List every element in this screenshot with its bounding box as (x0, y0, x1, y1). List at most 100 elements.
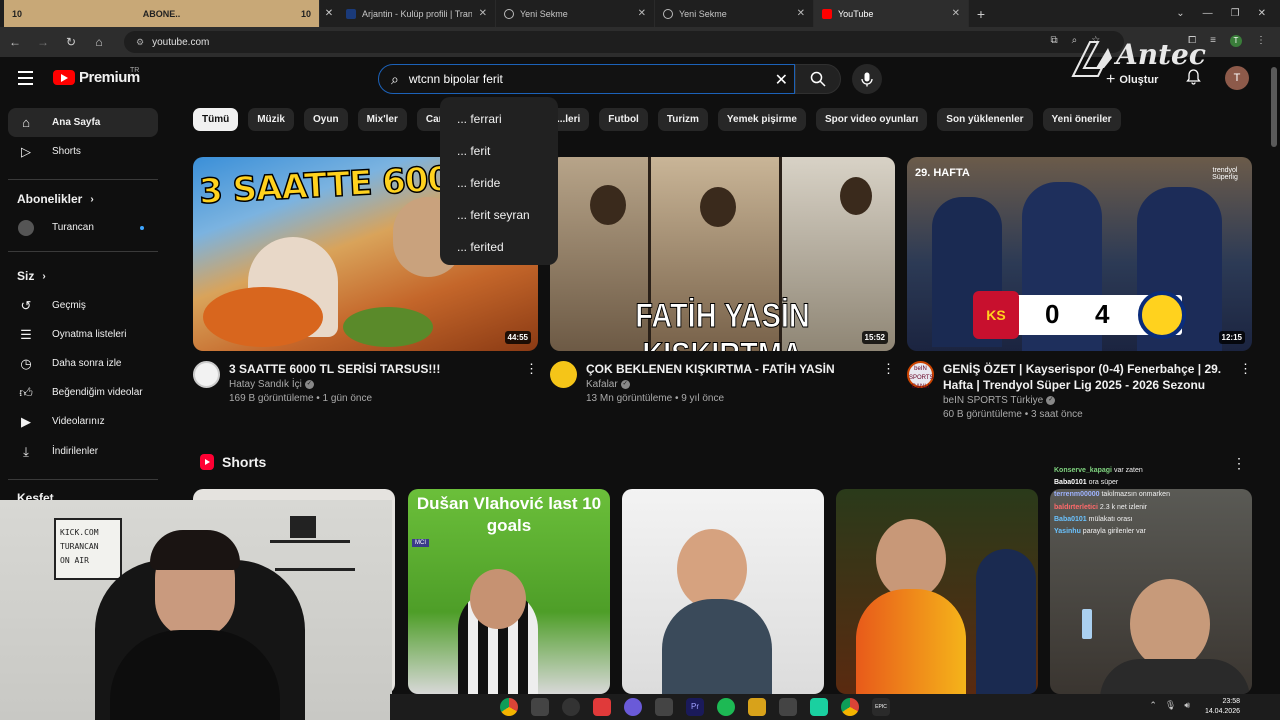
sidebar-item-history[interactable]: ↺ Geçmiş (8, 291, 158, 320)
close-window-icon[interactable]: ✕ (1258, 8, 1266, 19)
channel-name[interactable]: Kafalar ✓ (586, 379, 875, 390)
channel-avatar[interactable] (193, 361, 220, 388)
menu-icon[interactable]: ⋮ (1256, 35, 1266, 47)
sidebar-item-home[interactable]: ⌂ Ana Sayfa (8, 108, 158, 137)
url-bar[interactable]: ⚙ youtube.com (124, 31, 1124, 53)
close-icon[interactable]: ✕ (320, 8, 338, 19)
video-thumbnail[interactable]: 29. HAFTA trendyol Süperlig KS 0 4 12:15 (907, 157, 1252, 351)
page-scrollbar[interactable] (1268, 57, 1280, 694)
app-icon[interactable] (593, 698, 611, 716)
chip-football[interactable]: Futbol (599, 108, 648, 131)
chevron-up-icon[interactable]: ⌃ (1149, 700, 1157, 711)
more-options-icon[interactable]: ⋮ (525, 361, 538, 377)
discord-icon[interactable] (624, 698, 642, 716)
search-box[interactable]: ⌕ wtcnn bipolar ferit ✕ (378, 64, 795, 94)
suggestion-item[interactable]: ... feride (440, 167, 558, 199)
tab-new-1[interactable]: Yeni Sekme ✕ (496, 0, 655, 27)
youtube-logo[interactable]: Premium TR (53, 67, 140, 86)
capcut-icon[interactable] (779, 698, 797, 716)
home-icon[interactable]: ⌂ (92, 35, 106, 49)
subscriptions-heading[interactable]: Abonelikler › (17, 192, 94, 206)
video-title[interactable]: 3 SAATTE 6000 TL SERİSİ TARSUS!!! (229, 361, 518, 377)
channel-name[interactable]: beIN SPORTS Türkiye ✓ (943, 395, 1232, 406)
short-card[interactable]: Dušan Vlahović last 10 goals MCI (408, 489, 610, 694)
sidebar-item-turancan[interactable]: Turancan (8, 213, 158, 242)
search-input[interactable]: wtcnn bipolar ferit (409, 72, 503, 86)
chrome-icon[interactable] (841, 698, 859, 716)
speaker-icon[interactable]: 🔊︎ (1184, 700, 1190, 711)
sidebar-item-your-videos[interactable]: ▶ Videolarınız (8, 407, 158, 436)
channel-avatar[interactable] (550, 361, 577, 388)
hamburger-menu-icon[interactable] (18, 71, 33, 89)
close-icon[interactable]: ✕ (479, 8, 487, 19)
app-icon[interactable] (810, 698, 828, 716)
file-explorer-icon[interactable] (748, 698, 766, 716)
stream-chat-overlay: Konserve_kapagi var zaten Baba0101 ora s… (1054, 465, 1170, 538)
sidebar-item-watch-later[interactable]: ◷ Daha sonra izle (8, 349, 158, 378)
tab-abone[interactable]: 10 ABONE.. 10 (4, 0, 320, 27)
more-options-icon[interactable]: ⋮ (1239, 361, 1252, 377)
tab-new-2[interactable]: Yeni Sekme ✕ (655, 0, 814, 27)
video-card[interactable]: 29. HAFTA trendyol Süperlig KS 0 4 12:15… (907, 157, 1252, 420)
sidebar-item-liked[interactable]: 👍︎ Beğendiğim videolar (8, 378, 158, 407)
install-icon[interactable]: ⧉ (1050, 35, 1057, 47)
video-meta: ÇOK BEKLENEN KIŞKIRTMA - FATİH YASİN Kaf… (550, 361, 895, 404)
spotify-icon[interactable] (717, 698, 735, 716)
channel-name[interactable]: Hatay Sandık İçi ✓ (229, 379, 518, 390)
restore-icon[interactable]: ❐ (1231, 8, 1240, 19)
tab-search-icon[interactable]: ⌄ (1176, 8, 1184, 19)
chat-text: mülakatı orası (1088, 515, 1133, 523)
tab-arjantin[interactable]: Arjantin - Kulüp profili | Transfe ✕ (338, 0, 496, 27)
forward-icon[interactable]: → (36, 35, 50, 49)
back-icon[interactable]: ← (8, 35, 22, 49)
epic-games-icon[interactable]: EPIC (872, 698, 890, 716)
capcut-icon[interactable] (655, 698, 673, 716)
video-thumbnail[interactable]: FATİH YASİN KIŞKIRTMA 15:52 (550, 157, 895, 351)
more-options-icon[interactable]: ⋮ (882, 361, 895, 377)
suggestion-item[interactable]: ... ferit seyran (440, 199, 558, 231)
microphone-icon[interactable]: 🎙︎ (1165, 700, 1176, 711)
sidebar-item-downloads[interactable]: ⤓ İndirilenler (8, 437, 158, 466)
close-icon[interactable]: ✕ (638, 8, 646, 19)
chip-all[interactable]: Tümü (193, 108, 239, 131)
suggestion-item[interactable]: ... ferited (440, 231, 558, 263)
tab-youtube[interactable]: YouTube ✕ (814, 0, 969, 27)
site-info-icon[interactable]: ⚙ (136, 37, 144, 48)
search-button[interactable] (795, 64, 841, 94)
reload-icon[interactable]: ↻ (64, 35, 78, 49)
close-icon[interactable]: ✕ (797, 8, 805, 19)
video-card[interactable]: FATİH YASİN KIŞKIRTMA 15:52 ÇOK BEKLENEN… (550, 157, 895, 404)
new-tab-button[interactable]: + (969, 6, 993, 22)
premiere-icon[interactable]: Pr (686, 698, 704, 716)
video-title[interactable]: GENİŞ ÖZET | Kayserispor (0-4) Fenerbahç… (943, 361, 1232, 393)
chip-new-to-you[interactable]: Yeni öneriler (1042, 108, 1121, 131)
voice-search-button[interactable] (852, 64, 882, 94)
clear-search-icon[interactable]: ✕ (775, 70, 788, 90)
letter-board: KICK.COM TURANCAN ON AIR (54, 518, 122, 580)
capcut-icon[interactable] (531, 698, 549, 716)
video-title[interactable]: ÇOK BEKLENEN KIŞKIRTMA - FATİH YASİN (586, 361, 875, 377)
you-heading[interactable]: Siz › (17, 269, 46, 283)
chip-mixes[interactable]: Mix'ler (357, 108, 407, 131)
scrollbar-thumb[interactable] (1271, 67, 1277, 147)
chip-music[interactable]: Müzik (248, 108, 294, 131)
system-clock[interactable]: 23:58 14.04.2026 (1205, 697, 1240, 717)
chip-recently-uploaded[interactable]: Son yüklenenler (937, 108, 1033, 131)
chip-sports-games[interactable]: Spor video oyunları (815, 108, 928, 131)
chip-gaming[interactable]: Oyun (304, 108, 348, 131)
sidebar-item-shorts[interactable]: ▷ Shorts (8, 137, 158, 166)
minimize-icon[interactable]: — (1203, 8, 1213, 19)
channel-avatar[interactable]: beIN SPORTS CANLI (907, 361, 934, 390)
suggestion-item[interactable]: ... ferrari (440, 103, 558, 135)
chip-tourism[interactable]: Turizm (657, 108, 708, 131)
chrome-icon[interactable] (500, 698, 518, 716)
close-icon[interactable]: ✕ (952, 8, 960, 19)
tab-label: Yeni Sekme (679, 8, 727, 19)
obs-icon[interactable] (562, 698, 580, 716)
sidebar-item-playlists[interactable]: ☰ Oynatma listeleri (8, 320, 158, 349)
short-card[interactable] (836, 489, 1038, 694)
more-options-icon[interactable]: ⋮ (1232, 455, 1246, 472)
suggestion-item[interactable]: ... ferit (440, 135, 558, 167)
chip-cooking[interactable]: Yemek pişirme (717, 108, 806, 131)
short-card[interactable] (622, 489, 824, 694)
